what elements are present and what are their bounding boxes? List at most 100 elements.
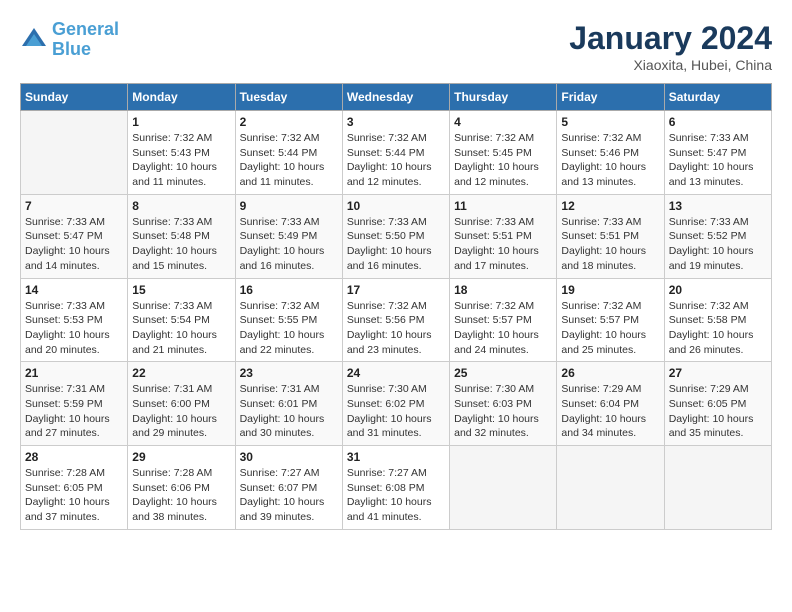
day-detail: Sunrise: 7:30 AM Sunset: 6:02 PM Dayligh… [347, 382, 445, 441]
calendar-cell: 16 Sunrise: 7:32 AM Sunset: 5:55 PM Dayli… [235, 278, 342, 362]
day-number: 5 [561, 115, 659, 129]
calendar-cell: 1Sunrise: 7:32 AM Sunset: 5:43 PM Daylig… [128, 111, 235, 195]
day-detail: Sunrise: 7:32 AM Sunset: 5:56 PM Dayligh… [347, 299, 445, 358]
calendar-cell: 28 Sunrise: 7:28 AM Sunset: 6:05 PM Dayli… [21, 446, 128, 530]
day-number: 17 [347, 283, 445, 297]
day-detail: Sunrise: 7:27 AM Sunset: 6:08 PM Dayligh… [347, 466, 445, 525]
calendar-cell: 24Sunrise: 7:30 AM Sunset: 6:02 PM Dayli… [342, 362, 449, 446]
header-friday: Friday [557, 84, 664, 111]
calendar-header-row: SundayMondayTuesdayWednesdayThursdayFrid… [21, 84, 772, 111]
calendar-cell: 11 Sunrise: 7:33 AM Sunset: 5:51 PM Dayli… [450, 194, 557, 278]
day-detail: Sunrise: 7:28 AM Sunset: 6:05 PM Dayligh… [25, 466, 123, 525]
day-detail: Sunrise: 7:30 AM Sunset: 6:03 PM Dayligh… [454, 382, 552, 441]
day-number: 10 [347, 199, 445, 213]
day-detail: Sunrise: 7:32 AM Sunset: 5:57 PM Dayligh… [454, 299, 552, 358]
calendar-cell: 12 Sunrise: 7:33 AM Sunset: 5:51 PM Dayli… [557, 194, 664, 278]
day-detail: Sunrise: 7:33 AM Sunset: 5:52 PM Dayligh… [669, 215, 767, 274]
day-number: 25 [454, 366, 552, 380]
calendar-cell [557, 446, 664, 530]
day-detail: Sunrise: 7:28 AM Sunset: 6:06 PM Dayligh… [132, 466, 230, 525]
day-detail: Sunrise: 7:31 AM Sunset: 6:00 PM Dayligh… [132, 382, 230, 441]
day-number: 12 [561, 199, 659, 213]
calendar-cell: 17 Sunrise: 7:32 AM Sunset: 5:56 PM Dayli… [342, 278, 449, 362]
day-number: 3 [347, 115, 445, 129]
calendar-cell: 9 Sunrise: 7:33 AM Sunset: 5:49 PM Daylig… [235, 194, 342, 278]
day-detail: Sunrise: 7:32 AM Sunset: 5:55 PM Dayligh… [240, 299, 338, 358]
day-detail: Sunrise: 7:31 AM Sunset: 6:01 PM Dayligh… [240, 382, 338, 441]
page-header: GeneralBlue January 2024 Xiaoxita, Hubei… [20, 20, 772, 73]
day-number: 30 [240, 450, 338, 464]
day-detail: Sunrise: 7:33 AM Sunset: 5:47 PM Dayligh… [25, 215, 123, 274]
header-thursday: Thursday [450, 84, 557, 111]
day-detail: Sunrise: 7:33 AM Sunset: 5:53 PM Dayligh… [25, 299, 123, 358]
calendar-cell: 14 Sunrise: 7:33 AM Sunset: 5:53 PM Dayli… [21, 278, 128, 362]
header-sunday: Sunday [21, 84, 128, 111]
day-number: 19 [561, 283, 659, 297]
day-detail: Sunrise: 7:31 AM Sunset: 5:59 PM Dayligh… [25, 382, 123, 441]
calendar-cell: 4Sunrise: 7:32 AM Sunset: 5:45 PM Daylig… [450, 111, 557, 195]
day-detail: Sunrise: 7:33 AM Sunset: 5:54 PM Dayligh… [132, 299, 230, 358]
calendar-cell: 21 Sunrise: 7:31 AM Sunset: 5:59 PM Dayli… [21, 362, 128, 446]
day-number: 27 [669, 366, 767, 380]
day-number: 23 [240, 366, 338, 380]
calendar-week-3: 14 Sunrise: 7:33 AM Sunset: 5:53 PM Dayli… [21, 278, 772, 362]
calendar-cell: 6 Sunrise: 7:33 AM Sunset: 5:47 PM Daylig… [664, 111, 771, 195]
day-detail: Sunrise: 7:33 AM Sunset: 5:51 PM Dayligh… [561, 215, 659, 274]
day-number: 4 [454, 115, 552, 129]
header-saturday: Saturday [664, 84, 771, 111]
day-number: 8 [132, 199, 230, 213]
day-detail: Sunrise: 7:33 AM Sunset: 5:49 PM Dayligh… [240, 215, 338, 274]
day-number: 15 [132, 283, 230, 297]
calendar-cell: 22Sunrise: 7:31 AM Sunset: 6:00 PM Dayli… [128, 362, 235, 446]
calendar-week-5: 28 Sunrise: 7:28 AM Sunset: 6:05 PM Dayli… [21, 446, 772, 530]
title-block: January 2024 Xiaoxita, Hubei, China [569, 20, 772, 73]
day-detail: Sunrise: 7:29 AM Sunset: 6:04 PM Dayligh… [561, 382, 659, 441]
day-detail: Sunrise: 7:29 AM Sunset: 6:05 PM Dayligh… [669, 382, 767, 441]
day-detail: Sunrise: 7:32 AM Sunset: 5:57 PM Dayligh… [561, 299, 659, 358]
day-detail: Sunrise: 7:33 AM Sunset: 5:48 PM Dayligh… [132, 215, 230, 274]
calendar-cell: 25 Sunrise: 7:30 AM Sunset: 6:03 PM Dayli… [450, 362, 557, 446]
day-number: 14 [25, 283, 123, 297]
day-detail: Sunrise: 7:33 AM Sunset: 5:51 PM Dayligh… [454, 215, 552, 274]
day-number: 28 [25, 450, 123, 464]
day-detail: Sunrise: 7:32 AM Sunset: 5:44 PM Dayligh… [240, 131, 338, 190]
day-detail: Sunrise: 7:32 AM Sunset: 5:58 PM Dayligh… [669, 299, 767, 358]
day-number: 31 [347, 450, 445, 464]
calendar-cell: 5 Sunrise: 7:32 AM Sunset: 5:46 PM Daylig… [557, 111, 664, 195]
calendar-week-4: 21 Sunrise: 7:31 AM Sunset: 5:59 PM Dayli… [21, 362, 772, 446]
calendar-cell: 18 Sunrise: 7:32 AM Sunset: 5:57 PM Dayli… [450, 278, 557, 362]
day-number: 1 [132, 115, 230, 129]
calendar-cell: 10Sunrise: 7:33 AM Sunset: 5:50 PM Dayli… [342, 194, 449, 278]
calendar-cell: 23 Sunrise: 7:31 AM Sunset: 6:01 PM Dayli… [235, 362, 342, 446]
calendar-cell: 29Sunrise: 7:28 AM Sunset: 6:06 PM Dayli… [128, 446, 235, 530]
day-detail: Sunrise: 7:32 AM Sunset: 5:44 PM Dayligh… [347, 131, 445, 190]
day-number: 6 [669, 115, 767, 129]
day-detail: Sunrise: 7:32 AM Sunset: 5:46 PM Dayligh… [561, 131, 659, 190]
logo: GeneralBlue [20, 20, 119, 60]
calendar-cell: 26 Sunrise: 7:29 AM Sunset: 6:04 PM Dayli… [557, 362, 664, 446]
calendar-cell: 13 Sunrise: 7:33 AM Sunset: 5:52 PM Dayli… [664, 194, 771, 278]
calendar-cell: 19 Sunrise: 7:32 AM Sunset: 5:57 PM Dayli… [557, 278, 664, 362]
day-detail: Sunrise: 7:33 AM Sunset: 5:47 PM Dayligh… [669, 131, 767, 190]
day-number: 9 [240, 199, 338, 213]
calendar-cell: 30 Sunrise: 7:27 AM Sunset: 6:07 PM Dayli… [235, 446, 342, 530]
header-wednesday: Wednesday [342, 84, 449, 111]
logo-text: GeneralBlue [52, 20, 119, 60]
day-number: 16 [240, 283, 338, 297]
day-number: 7 [25, 199, 123, 213]
day-number: 18 [454, 283, 552, 297]
month-title: January 2024 [569, 20, 772, 57]
calendar-cell: 15 Sunrise: 7:33 AM Sunset: 5:54 PM Dayli… [128, 278, 235, 362]
day-number: 13 [669, 199, 767, 213]
calendar-cell: 7 Sunrise: 7:33 AM Sunset: 5:47 PM Daylig… [21, 194, 128, 278]
day-number: 21 [25, 366, 123, 380]
calendar-week-1: 1Sunrise: 7:32 AM Sunset: 5:43 PM Daylig… [21, 111, 772, 195]
header-monday: Monday [128, 84, 235, 111]
day-number: 11 [454, 199, 552, 213]
calendar-cell: 31 Sunrise: 7:27 AM Sunset: 6:08 PM Dayli… [342, 446, 449, 530]
calendar-cell [664, 446, 771, 530]
day-number: 26 [561, 366, 659, 380]
day-number: 2 [240, 115, 338, 129]
day-detail: Sunrise: 7:27 AM Sunset: 6:07 PM Dayligh… [240, 466, 338, 525]
calendar-cell: 3 Sunrise: 7:32 AM Sunset: 5:44 PM Daylig… [342, 111, 449, 195]
